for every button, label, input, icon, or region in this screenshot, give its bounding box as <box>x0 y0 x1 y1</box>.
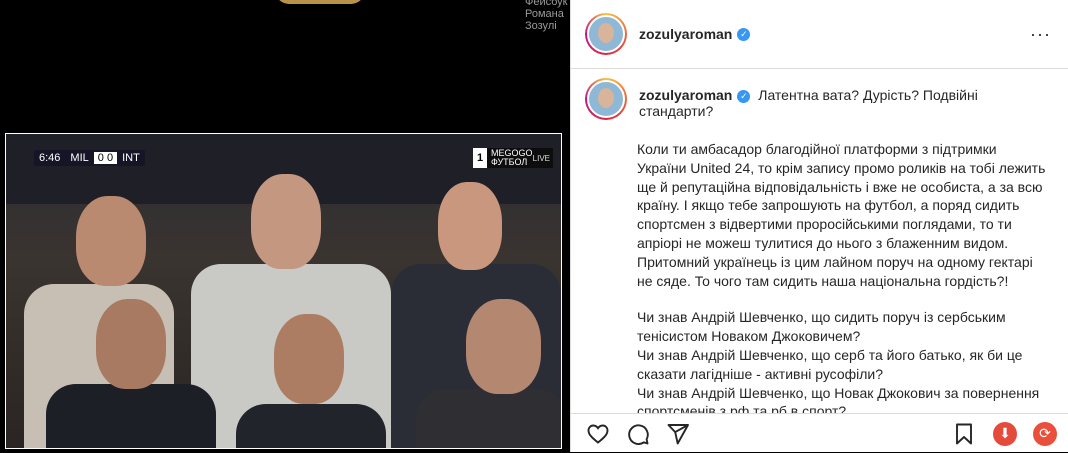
caption-paragraph-2: Чи знав Андрій Шевченко, що сидить поруч… <box>637 309 1040 413</box>
live-label: LIVE <box>532 153 550 163</box>
top-black-area: Фейсбук Романа Зозулі <box>0 0 570 130</box>
more-options-icon[interactable]: ··· <box>1030 24 1051 45</box>
away-team: INT <box>122 152 140 164</box>
caption: zozulyaroman ✓ Латентна вата? Дурість? По… <box>585 78 1055 413</box>
home-team: MIL <box>70 152 89 164</box>
score-overlay: 6:46 MIL 0 0 INT <box>34 150 145 166</box>
caption-username[interactable]: zozulyaroman <box>639 87 732 103</box>
brand-sub: ФУТБОЛ <box>491 157 528 167</box>
comment-icon[interactable] <box>625 421 651 447</box>
username-link[interactable]: zozulyaroman <box>639 26 732 42</box>
download-extension-icon[interactable]: ⬇ <box>993 421 1017 446</box>
post-photo[interactable]: 6:46 MIL 0 0 INT 1 MEGOGO ФУТБОЛ LIVE <box>5 133 562 449</box>
channel-number: 1 <box>473 148 487 168</box>
channel-brand: MEGOGO ФУТБОЛ <box>487 149 533 167</box>
caption-header: zozulyaroman ✓ Латентна вата? Дурість? По… <box>585 78 1055 120</box>
caption-avatar[interactable] <box>585 78 627 120</box>
repost-extension-icon[interactable]: ⟳ <box>1033 421 1057 446</box>
channel-logo: 1 MEGOGO ФУТБОЛ LIVE <box>473 148 553 168</box>
match-time: 6:46 <box>39 152 61 164</box>
verified-icon: ✓ <box>737 27 751 41</box>
cropped-image-edge <box>275 0 365 4</box>
cropped-caption-text: Фейсбук Романа Зозулі <box>525 0 568 32</box>
action-bar: ⬇ ⟳ <box>571 413 1068 453</box>
share-icon[interactable] <box>665 421 691 447</box>
match-score: 0 0 <box>93 152 118 164</box>
post-panel: zozulyaroman ✓ ··· zozulyaroman ✓ Латентн… <box>570 0 1068 452</box>
like-icon[interactable] <box>585 421 611 447</box>
caption-title-line: zozulyaroman ✓ Латентна вата? Дурість? По… <box>639 87 1055 119</box>
post-header: zozulyaroman ✓ ··· <box>571 0 1068 69</box>
caption-paragraph-1: Коли ти амбасадор благодійної платформи … <box>637 141 1046 289</box>
avatar[interactable] <box>585 13 627 55</box>
caption-body: Коли ти амбасадор благодійної платформи … <box>637 140 1047 413</box>
save-icon[interactable] <box>951 421 977 447</box>
caption-verified-icon: ✓ <box>737 89 751 103</box>
